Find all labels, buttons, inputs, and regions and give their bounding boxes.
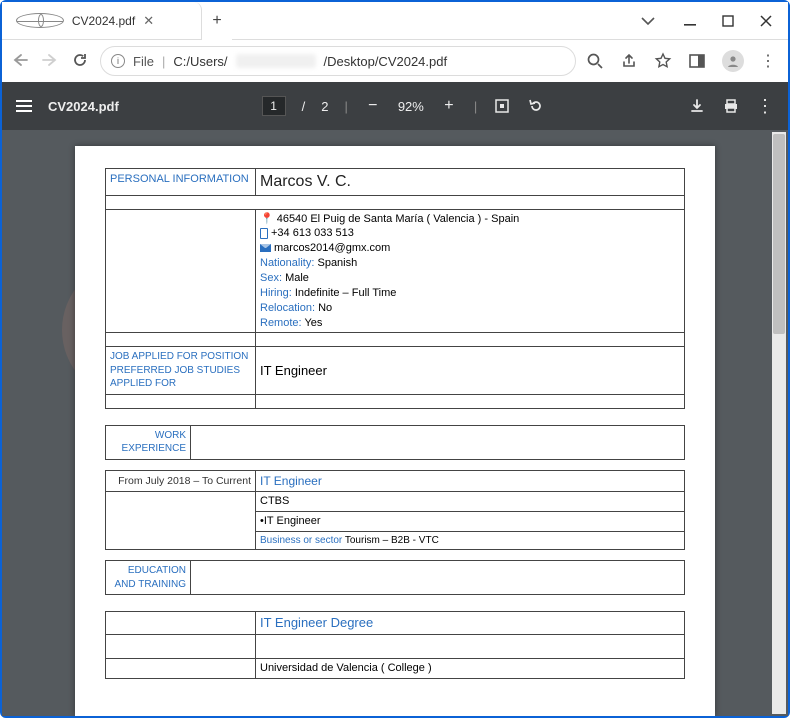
bookmark-star-icon[interactable]	[654, 52, 672, 70]
education-table: IT Engineer Degree Universidad de Valenc…	[105, 611, 685, 678]
omnibox-path-part1: C:/Users/	[173, 54, 227, 69]
zoom-out-button[interactable]: −	[364, 97, 382, 115]
education-label: EDUCATION AND TRAINING	[106, 561, 191, 595]
envelope-icon	[260, 244, 271, 252]
job-applied-label: JOB APPLIED FOR POSITION PREFERRED JOB S…	[106, 347, 256, 395]
cv-address: 46540 El Puig de Santa María ( Valencia …	[277, 213, 520, 225]
tab-close-icon[interactable]: ✕	[143, 13, 189, 29]
page-separator: /	[302, 99, 306, 114]
scrollbar[interactable]	[772, 132, 786, 714]
remote-value: Yes	[304, 317, 322, 329]
rotate-icon[interactable]	[527, 97, 545, 115]
sex-value: Male	[285, 272, 309, 284]
work-bullet: •IT Engineer	[256, 511, 685, 531]
side-panel-icon[interactable]	[688, 52, 706, 70]
profile-avatar[interactable]	[722, 50, 744, 72]
reload-button[interactable]	[70, 52, 90, 71]
address-bar[interactable]: i File | C:/Users//Desktop/CV2024.pdf	[100, 46, 576, 76]
contact-cell: 📍46540 El Puig de Santa María ( Valencia…	[256, 209, 685, 333]
sex-label: Sex:	[260, 272, 282, 284]
page-number-input[interactable]: 1	[262, 96, 286, 116]
pdf-viewport[interactable]: pcr....com PERSONAL INFORMATION Marcos V…	[2, 130, 788, 716]
redacted-username	[236, 54, 316, 68]
pdf-page: PERSONAL INFORMATION Marcos V. C. 📍46540…	[75, 146, 715, 716]
education-university: Universidad de Valencia ( College )	[256, 658, 685, 678]
hiring-value: Indefinite – Full Time	[295, 287, 397, 299]
zoom-in-button[interactable]: +	[440, 97, 458, 115]
forward-button[interactable]	[40, 53, 60, 70]
relocation-value: No	[318, 302, 332, 314]
window-titlebar: CV2024.pdf ✕ +	[2, 2, 788, 40]
site-info-icon[interactable]: i	[111, 54, 125, 68]
education-header-table: EDUCATION AND TRAINING	[105, 560, 685, 595]
titlebar-spacer	[232, 2, 624, 40]
education-degree: IT Engineer Degree	[256, 612, 685, 635]
page-total: 2	[321, 99, 328, 114]
cv-name: Marcos V. C.	[256, 169, 685, 196]
omnibox-path-part2: /Desktop/CV2024.pdf	[324, 54, 448, 69]
personal-info-table: PERSONAL INFORMATION Marcos V. C. 📍46540…	[105, 168, 685, 409]
work-company: CTBS	[256, 492, 685, 512]
nationality-value: Spanish	[317, 257, 357, 269]
tab-title: CV2024.pdf	[72, 14, 135, 28]
work-period: From July 2018 – To Current	[106, 470, 256, 491]
relocation-label: Relocation:	[260, 302, 315, 314]
cv-phone: +34 613 033 513	[271, 227, 354, 239]
cv-email: marcos2014@gmx.com	[274, 242, 390, 254]
window-close-button[interactable]	[760, 15, 772, 27]
pdf-filename: CV2024.pdf	[48, 99, 119, 114]
menu-icon[interactable]	[16, 100, 32, 112]
work-exp-table: From July 2018 – To Current IT Engineer …	[105, 470, 685, 550]
omnibox-search-icon[interactable]	[586, 52, 604, 70]
nationality-label: Nationality:	[260, 257, 314, 269]
work-exp-header-table: WORK EXPERIENCE	[105, 425, 685, 460]
browser-tab[interactable]: CV2024.pdf ✕	[2, 2, 202, 40]
print-icon[interactable]	[722, 97, 740, 115]
pdf-toolbar: CV2024.pdf 1 / 2 | − 92% + | ⋮	[2, 82, 788, 130]
globe-icon	[16, 13, 64, 28]
personal-info-label: PERSONAL INFORMATION	[106, 169, 256, 196]
scrollbar-thumb[interactable]	[773, 134, 785, 334]
work-sector-label: Business or sector	[260, 535, 342, 546]
window-minimize-button[interactable]	[684, 15, 696, 27]
fit-page-icon[interactable]	[493, 97, 511, 115]
phone-icon	[260, 228, 268, 239]
work-title: IT Engineer	[256, 470, 685, 491]
back-button[interactable]	[10, 53, 30, 70]
zoom-level: 92%	[398, 99, 424, 114]
share-icon[interactable]	[620, 52, 638, 70]
window-maximize-button[interactable]	[722, 15, 734, 27]
location-pin-icon: 📍	[260, 212, 274, 227]
work-exp-label: WORK EXPERIENCE	[106, 425, 191, 459]
omnibox-scheme: File	[133, 54, 154, 69]
work-sector-value: Tourism – B2B - VTC	[345, 535, 439, 546]
hiring-label: Hiring:	[260, 287, 292, 299]
new-tab-button[interactable]: +	[202, 2, 232, 40]
remote-label: Remote:	[260, 317, 302, 329]
tabs-dropdown-icon[interactable]	[640, 15, 658, 27]
job-applied-value: IT Engineer	[256, 347, 685, 395]
browser-toolbar: i File | C:/Users//Desktop/CV2024.pdf ⋮	[2, 40, 788, 82]
download-icon[interactable]	[688, 97, 706, 115]
pdf-menu-icon[interactable]: ⋮	[756, 96, 774, 117]
browser-menu-icon[interactable]: ⋮	[760, 51, 776, 71]
